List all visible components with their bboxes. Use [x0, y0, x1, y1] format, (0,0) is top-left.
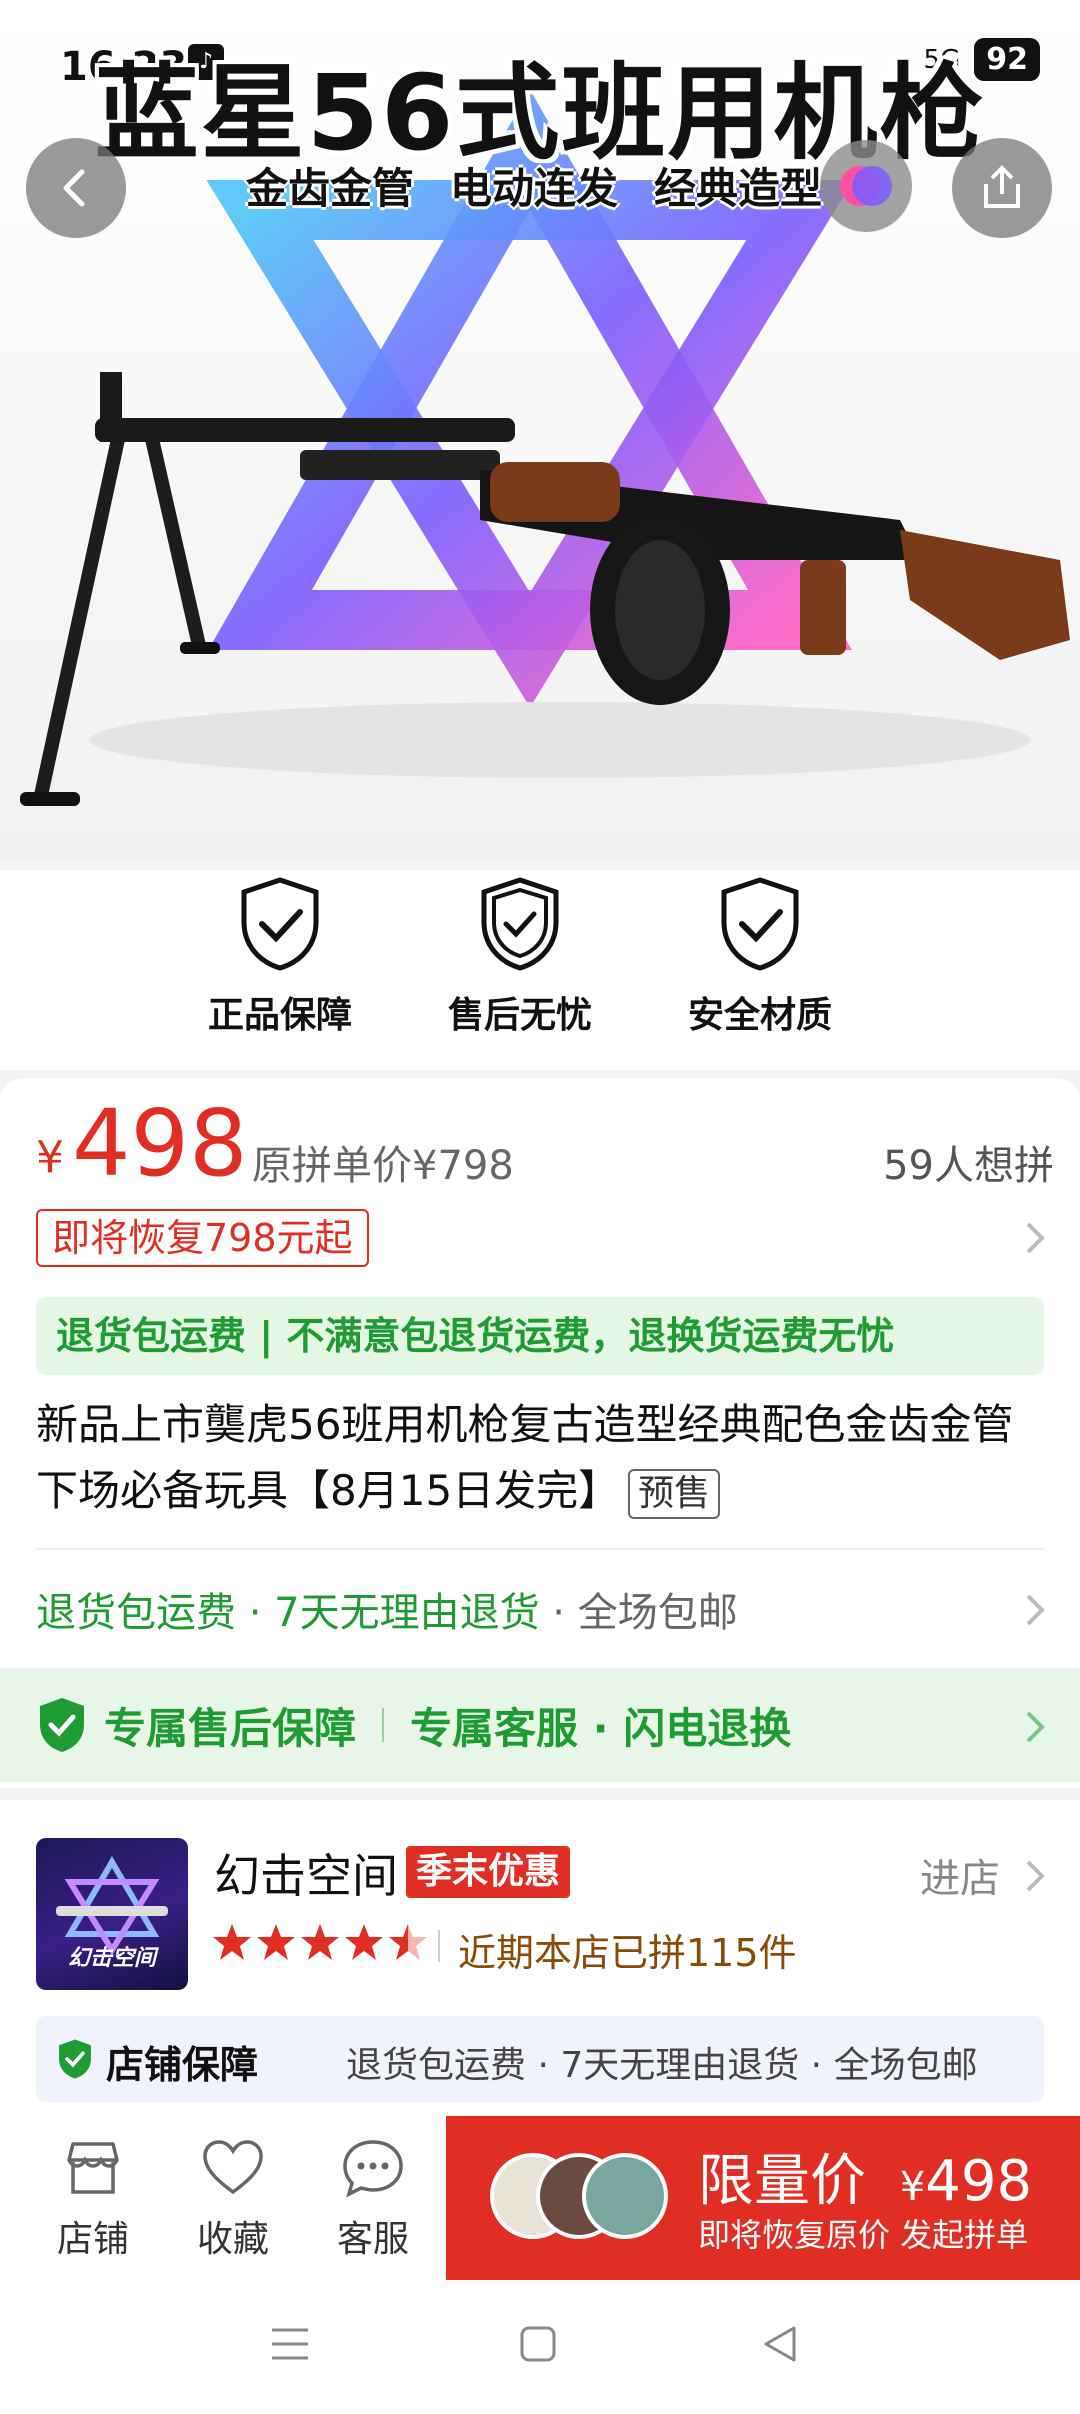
service-grey: · 全场包邮 — [539, 1590, 738, 1636]
avatar — [582, 2153, 668, 2239]
store-logo[interactable]: 幻击空间 — [36, 1838, 188, 1990]
star-icon — [301, 1924, 339, 1960]
limited-price-subtitle: 即将恢复原价 发起拼单 — [698, 2216, 1029, 2254]
divider — [382, 1708, 385, 1742]
recent-sales: 近期本店已拼115件 — [458, 1931, 797, 1975]
chevron-right-icon[interactable] — [1022, 1707, 1048, 1747]
product-title: 新品上市龑虎56班用机枪复古造型经典配色金齿金管下场必备玩具【8月15日发完】预… — [36, 1392, 1046, 1524]
trust-badge-aftersale: 售后无忧 — [420, 876, 620, 1038]
shield-check-icon — [59, 2039, 91, 2079]
buyer-avatars — [490, 2153, 670, 2243]
season-sale-badge: 季末优惠 — [406, 1846, 571, 1898]
shield-check-icon — [721, 877, 799, 971]
shop-guarantee-title: 店铺保障 — [106, 2043, 259, 2087]
trust-badge-authentic: 正品保障 — [180, 876, 380, 1038]
star-icon — [345, 1924, 383, 1960]
star-half-icon — [389, 1924, 427, 1960]
trust-badge-label: 正品保障 — [207, 995, 352, 1036]
customer-service-label: 客服 — [336, 2219, 409, 2260]
store-label: 店铺 — [56, 2219, 129, 2260]
want-count: 59人想拼 — [883, 1143, 1054, 1189]
original-price: 原拼单价¥798 — [252, 1143, 514, 1189]
hero-tag: 电动连发 — [450, 164, 619, 213]
trust-badge-label: 安全材质 — [687, 995, 832, 1036]
divider — [438, 1930, 440, 1962]
product-title-text: 新品上市龑虎56班用机枪复古造型经典配色金齿金管下场必备玩具【8月15日发完】 — [36, 1400, 1014, 1515]
shop-guarantee-items: 退货包运费 · 7天无理由退货 · 全场包邮 — [346, 2045, 978, 2086]
back-button[interactable] — [26, 138, 126, 238]
exclusive-guarantee-bar[interactable]: 专属售后保障 专属客服 · 闪电退换 — [0, 1668, 1080, 1782]
divider — [36, 1548, 1044, 1550]
hero-tag: 经典造型 — [654, 164, 823, 213]
price-currency: ¥ — [36, 1132, 64, 1183]
customer-service-button[interactable]: 客服 — [308, 2138, 438, 2262]
favorite-label: 收藏 — [196, 2219, 269, 2260]
back-triangle-icon[interactable] — [760, 2324, 800, 2364]
store-button[interactable]: 店铺 — [28, 2138, 158, 2262]
service-line[interactable]: 退货包运费 · 7天无理由退货 · 全场包邮 — [36, 1580, 738, 1638]
shop-guarantee[interactable]: 店铺保障 退货包运费 · 7天无理由退货 · 全场包邮 — [36, 2016, 1044, 2102]
service-green: 退货包运费 · 7天无理由退货 — [36, 1590, 540, 1636]
chevron-right-icon[interactable] — [1022, 1856, 1048, 1896]
store-icon — [67, 2142, 119, 2194]
trust-badge-label: 售后无忧 — [447, 995, 592, 1036]
store-logo-text: 幻击空间 — [67, 1946, 156, 1971]
chat-bubble-icon — [343, 2140, 403, 2198]
price-restore-tag[interactable]: 即将恢复798元起 — [36, 1209, 369, 1267]
guarantee-title: 专属售后保障 — [104, 1703, 357, 1753]
live-button[interactable] — [820, 140, 912, 232]
heart-icon — [203, 2140, 263, 2195]
return-shipping-banner: 退货包运费 | 不满意包退货运费，退换货运费无忧 — [36, 1297, 1044, 1375]
shield-check-icon — [40, 1698, 84, 1752]
chevron-left-icon — [63, 169, 85, 207]
menu-icon[interactable] — [268, 2324, 312, 2364]
favorite-button[interactable]: 收藏 — [168, 2138, 298, 2262]
trust-badge-safe: 安全材质 — [660, 876, 860, 1038]
limited-price-value: 498 — [925, 2149, 1033, 2214]
shield-check-icon — [241, 877, 319, 971]
current-price: 498 — [72, 1090, 248, 1197]
share-icon — [984, 165, 1020, 208]
home-icon[interactable] — [518, 2324, 558, 2364]
presale-badge: 预售 — [628, 1468, 721, 1519]
limited-price-currency: ¥ — [899, 2164, 926, 2210]
hero-tag: 金齿金管 — [246, 164, 415, 213]
limited-price: 限量价 ¥498 — [698, 2136, 1032, 2217]
trust-badges: 正品保障 售后无忧 安全材质 — [0, 870, 1080, 1070]
shield-check-icon — [481, 877, 559, 971]
guarantee-items: 专属客服 · 闪电退换 — [410, 1703, 792, 1753]
limited-price-label: 限量价 — [698, 2149, 866, 2214]
store-name[interactable]: 幻击空间 — [214, 1840, 398, 1906]
chevron-right-icon[interactable] — [1022, 1218, 1048, 1258]
chevron-right-icon[interactable] — [1022, 1590, 1048, 1630]
live-icon — [840, 166, 892, 206]
enter-store-link[interactable]: 进店 — [920, 1846, 1000, 1904]
store-rating — [212, 1922, 428, 1962]
product-image-hero[interactable]: 16:23 ♪ 5G 92 蓝星56式班用机枪 金齿金管 电动连发 经典造型 — [0, 0, 1080, 860]
star-icon — [213, 1924, 251, 1960]
hero-tags: 金齿金管 电动连发 经典造型 — [246, 155, 822, 216]
share-button[interactable] — [952, 138, 1052, 238]
star-icon — [257, 1924, 295, 1960]
